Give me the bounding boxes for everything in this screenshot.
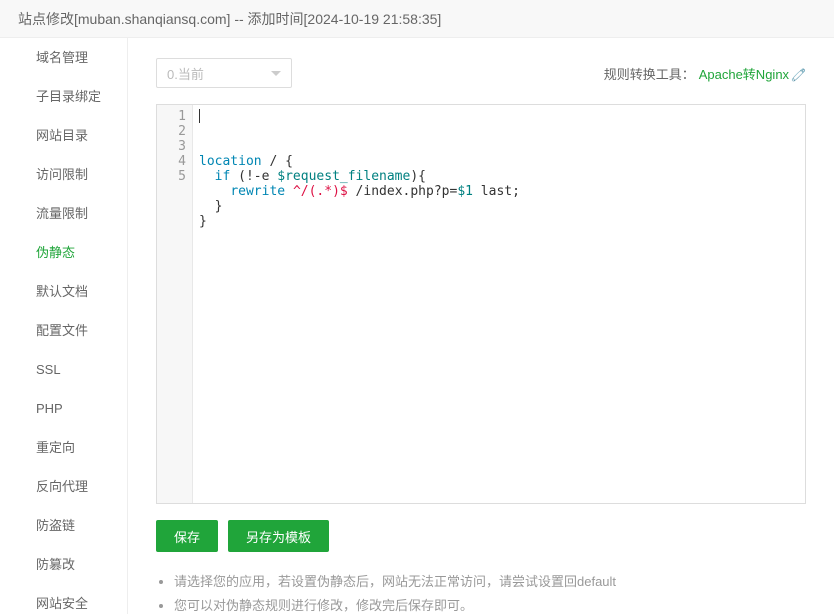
- note-item: 您可以对伪静态规则进行修改，修改完后保存即可。: [174, 594, 806, 614]
- text-cursor: [199, 109, 200, 123]
- apache-to-nginx-link[interactable]: Apache转Nginx🧷: [699, 67, 806, 82]
- line-number: 1: [157, 109, 186, 124]
- line-number: 3: [157, 139, 186, 154]
- sidebar-item-13[interactable]: 防篡改: [0, 545, 127, 584]
- sidebar-item-0[interactable]: 域名管理: [0, 38, 127, 77]
- sidebar-item-5[interactable]: 伪静态: [0, 233, 127, 272]
- code-line: rewrite ^/(.*)$ /index.php?p=$1 last;: [199, 184, 805, 199]
- sidebar: 域名管理子目录绑定网站目录访问限制流量限制伪静态默认文档配置文件SSLPHP重定…: [0, 38, 128, 614]
- sidebar-item-4[interactable]: 流量限制: [0, 194, 127, 233]
- sidebar-item-6[interactable]: 默认文档: [0, 272, 127, 311]
- line-number: 5: [157, 169, 186, 184]
- save-as-template-button[interactable]: 另存为模板: [228, 520, 329, 552]
- attachment-icon: 🧷: [791, 68, 806, 82]
- line-number: 2: [157, 124, 186, 139]
- select-value: 0.当前: [167, 64, 271, 83]
- convert-tool: 规则转换工具： Apache转Nginx🧷: [604, 64, 806, 83]
- code-line: location / {: [199, 154, 805, 169]
- code-editor[interactable]: 12345 location / { if (!-e $request_file…: [156, 104, 806, 504]
- notes-list: 请选择您的应用，若设置伪静态后，网站无法正常访问，请尝试设置回default您可…: [156, 570, 806, 614]
- sidebar-item-2[interactable]: 网站目录: [0, 116, 127, 155]
- sidebar-item-14[interactable]: 网站安全: [0, 584, 127, 614]
- main-area: 域名管理子目录绑定网站目录访问限制流量限制伪静态默认文档配置文件SSLPHP重定…: [0, 38, 834, 614]
- template-select[interactable]: 0.当前: [156, 58, 292, 88]
- note-item: 请选择您的应用，若设置伪静态后，网站无法正常访问，请尝试设置回default: [174, 570, 806, 594]
- code-line: if (!-e $request_filename){: [199, 169, 805, 184]
- top-row: 0.当前 规则转换工具： Apache转Nginx🧷: [156, 58, 806, 88]
- window-title: 站点修改[muban.shanqiansq.com] -- 添加时间[2024-…: [0, 0, 834, 38]
- save-button[interactable]: 保存: [156, 520, 218, 552]
- sidebar-item-8[interactable]: SSL: [0, 350, 127, 389]
- sidebar-item-9[interactable]: PHP: [0, 389, 127, 428]
- code-line: }: [199, 214, 805, 229]
- line-number: 4: [157, 154, 186, 169]
- sidebar-item-3[interactable]: 访问限制: [0, 155, 127, 194]
- sidebar-item-11[interactable]: 反向代理: [0, 467, 127, 506]
- button-row: 保存 另存为模板: [156, 520, 806, 552]
- code-area[interactable]: location / { if (!-e $request_filename){…: [193, 105, 805, 503]
- sidebar-item-1[interactable]: 子目录绑定: [0, 77, 127, 116]
- line-gutter: 12345: [157, 105, 193, 503]
- chevron-down-icon: [271, 71, 281, 76]
- tool-label: 规则转换工具：: [604, 67, 695, 82]
- content-panel: 0.当前 规则转换工具： Apache转Nginx🧷 12345 location…: [128, 38, 834, 614]
- sidebar-item-7[interactable]: 配置文件: [0, 311, 127, 350]
- code-line: }: [199, 199, 805, 214]
- sidebar-item-10[interactable]: 重定向: [0, 428, 127, 467]
- sidebar-item-12[interactable]: 防盗链: [0, 506, 127, 545]
